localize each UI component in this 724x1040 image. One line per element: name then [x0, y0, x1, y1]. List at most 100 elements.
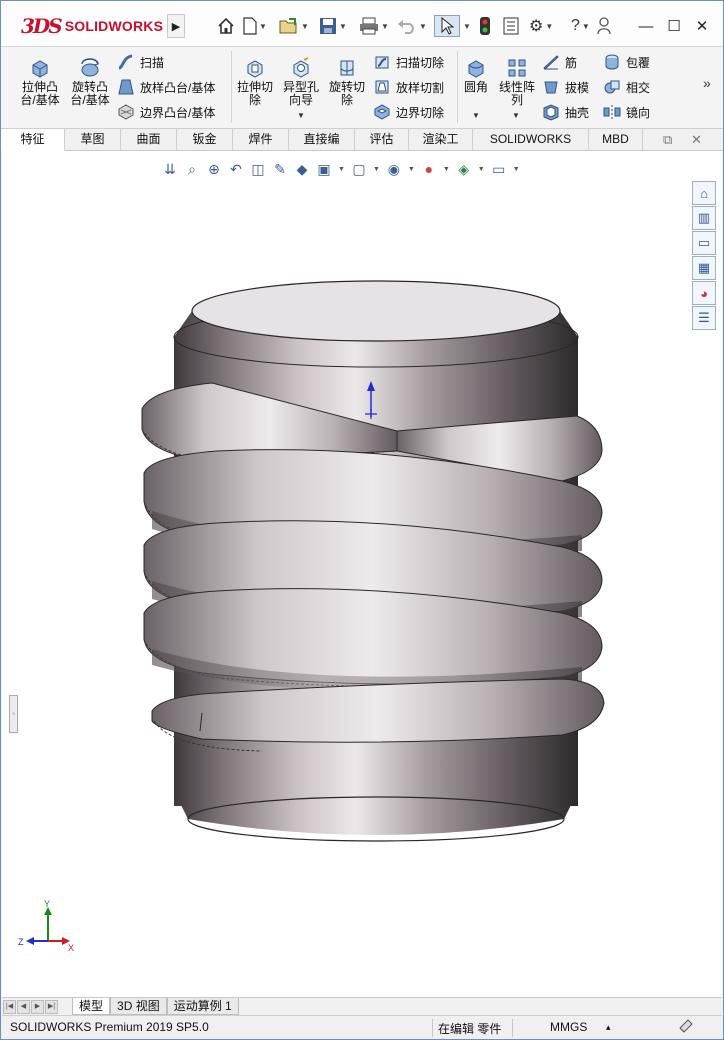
wrap-icon: [605, 54, 619, 70]
scroll-first-button[interactable]: |◀: [3, 999, 16, 1014]
ds-brand-mark: 3DS: [21, 14, 63, 38]
solidworks-menu-arrow[interactable]: ▶: [167, 14, 185, 38]
boundary-cut-button[interactable]: 边界切除: [373, 101, 444, 123]
sweep-icon: [118, 54, 133, 70]
close-button[interactable]: ✕: [691, 15, 713, 37]
loft-boss-button[interactable]: 放样凸台/基体: [117, 76, 215, 98]
sweep-boss-label: 扫描: [140, 55, 165, 70]
scroll-last-button[interactable]: ▶|: [45, 999, 58, 1014]
revolve-boss-icon: [81, 58, 99, 77]
new-document-icon[interactable]: ▼: [243, 15, 267, 37]
appearances-icon[interactable]: ◕: [692, 281, 716, 305]
ribbon-separator: [457, 51, 458, 123]
help-icon[interactable]: ? ▼: [571, 15, 590, 37]
loft-cut-label: 放样切割: [396, 80, 445, 95]
fillet-caret[interactable]: ▼: [472, 111, 480, 120]
solidworks-logo[interactable]: 3DS SOLIDWORKS: [21, 12, 163, 40]
tab-evaluate[interactable]: 评估: [355, 129, 409, 151]
linear-pattern-label: 线性阵 列: [498, 80, 535, 107]
sweep-cut-button[interactable]: 扫描切除: [373, 51, 444, 73]
solidworks-resources-icon[interactable]: ⌂: [692, 181, 716, 205]
status-divider: [512, 1019, 513, 1037]
tab-weldments[interactable]: 焊件: [233, 129, 289, 151]
tab-sheet-metal[interactable]: 钣金: [177, 129, 233, 151]
feature-manager-collapse-handle[interactable]: ◦: [9, 695, 18, 733]
fillet-button[interactable]: 圆角: [461, 57, 491, 94]
shell-button[interactable]: 抽壳: [542, 101, 589, 123]
unit-system-caret[interactable]: ▴: [606, 1022, 611, 1033]
file-properties-icon[interactable]: [503, 15, 519, 37]
maximize-button[interactable]: ☐: [663, 15, 685, 37]
tab-model[interactable]: 模型: [72, 998, 111, 1015]
print-icon[interactable]: ▼: [359, 15, 389, 37]
linear-pattern-button[interactable]: 线性阵 列: [497, 57, 537, 107]
boundary-cut-icon: [374, 104, 390, 120]
revolve-cut-button[interactable]: 旋转切 除: [327, 57, 367, 107]
draft-button[interactable]: 拔模: [542, 76, 589, 98]
rib-icon: [543, 55, 559, 70]
rib-label: 筋: [565, 55, 578, 70]
design-library-icon[interactable]: ▥: [692, 206, 716, 230]
revolve-cut-label: 旋转切 除: [328, 80, 365, 107]
restore-pane-icon[interactable]: ⧉: [663, 132, 672, 148]
save-icon[interactable]: ▼: [319, 15, 347, 37]
tab-solidworks-addins[interactable]: SOLIDWORKS 插件: [473, 129, 589, 167]
top-face: [191, 280, 561, 342]
title-bar: 3DS SOLIDWORKS ▶ ▼ ▼ ▼ ▼ ▼ ▼ ⚙ ▼ ? ▼ — ☐…: [1, 1, 723, 47]
undo-icon[interactable]: ▼: [397, 15, 427, 37]
linear-pattern-caret[interactable]: ▼: [512, 111, 520, 120]
minimize-button[interactable]: —: [635, 15, 657, 37]
fillet-icon: [468, 60, 484, 78]
status-quick-tip-icon[interactable]: [678, 1018, 694, 1037]
user-icon[interactable]: [597, 15, 611, 37]
open-icon[interactable]: ▼: [279, 15, 309, 37]
select-caret-icon[interactable]: ▼: [461, 15, 471, 37]
tab-mbd[interactable]: MBD: [589, 129, 643, 151]
tab-direct-editing[interactable]: 直接编辑: [289, 129, 355, 167]
loft-cut-button[interactable]: 放样切割: [373, 76, 444, 98]
scroll-prev-button[interactable]: ◀: [17, 999, 30, 1014]
wrap-button[interactable]: 包覆: [603, 51, 650, 73]
rebuild-icon[interactable]: [479, 15, 491, 37]
view-palette-icon[interactable]: ▦: [692, 256, 716, 280]
brand-name: SOLIDWORKS: [64, 18, 164, 34]
draft-icon: [544, 81, 558, 94]
sweep-boss-button[interactable]: 扫描: [117, 51, 164, 73]
wrap-label: 包覆: [626, 55, 651, 70]
extrude-cut-button[interactable]: 拉伸切 除: [235, 57, 275, 107]
threaded-cylinder-model[interactable]: [2, 151, 722, 997]
revolve-boss-button[interactable]: 旋转凸 台/基体: [69, 57, 111, 107]
extrude-boss-icon: [32, 60, 48, 78]
intersect-button[interactable]: 相交: [603, 76, 650, 98]
rib-button[interactable]: 筋: [542, 51, 577, 73]
tab-motion-study[interactable]: 运动算例 1: [166, 998, 239, 1015]
tab-features[interactable]: 特征: [1, 129, 65, 151]
extrude-boss-button[interactable]: 拉伸凸 台/基体: [19, 57, 61, 107]
scroll-next-button[interactable]: ▶: [31, 999, 44, 1014]
tab-3d-views[interactable]: 3D 视图: [110, 998, 167, 1015]
solidworks-window: 3DS SOLIDWORKS ▶ ▼ ▼ ▼ ▼ ▼ ▼ ⚙ ▼ ? ▼ — ☐…: [0, 0, 724, 1040]
revolve-boss-label: 旋转凸 台/基体: [70, 80, 110, 107]
unit-system[interactable]: MMGS: [550, 1020, 587, 1034]
ribbon-more-button[interactable]: »: [703, 75, 711, 91]
graphics-area[interactable]: ⇊ ⌕ ⊕ ↶ ◫ ✎ ◆ ▣ ▼ ▢ ▼ ◉ ▼ ● ▼ ◈ ▼ ▭ ▼ ⌂ …: [2, 151, 722, 997]
custom-properties-icon[interactable]: ☰: [692, 306, 716, 330]
hole-wizard-button[interactable]: 异型孔 向导: [280, 57, 322, 107]
close-document-icon[interactable]: ✕: [691, 132, 702, 148]
boundary-boss-label: 边界凸台/基体: [140, 105, 216, 120]
hole-wizard-caret[interactable]: ▼: [297, 111, 305, 120]
mirror-button[interactable]: 镜向: [603, 101, 650, 123]
sweep-cut-label: 扫描切除: [396, 55, 445, 70]
file-explorer-icon[interactable]: ▭: [692, 231, 716, 255]
mirror-label: 镜向: [626, 105, 651, 120]
options-icon[interactable]: ⚙ ▼: [529, 15, 553, 37]
tab-surfaces[interactable]: 曲面: [121, 129, 177, 151]
command-manager-tabs: 特征 草图 曲面 钣金 焊件 直接编辑 评估 渲染工具 SOLIDWORKS 插…: [1, 129, 723, 167]
tab-render-tools[interactable]: 渲染工具: [409, 129, 473, 167]
home-icon[interactable]: [217, 15, 235, 37]
extrude-cut-label: 拉伸切 除: [236, 80, 273, 107]
boundary-boss-button[interactable]: 边界凸台/基体: [117, 101, 215, 123]
select-icon[interactable]: [434, 15, 460, 37]
tab-sketch[interactable]: 草图: [65, 129, 121, 151]
triad-x-label: X: [68, 943, 74, 953]
